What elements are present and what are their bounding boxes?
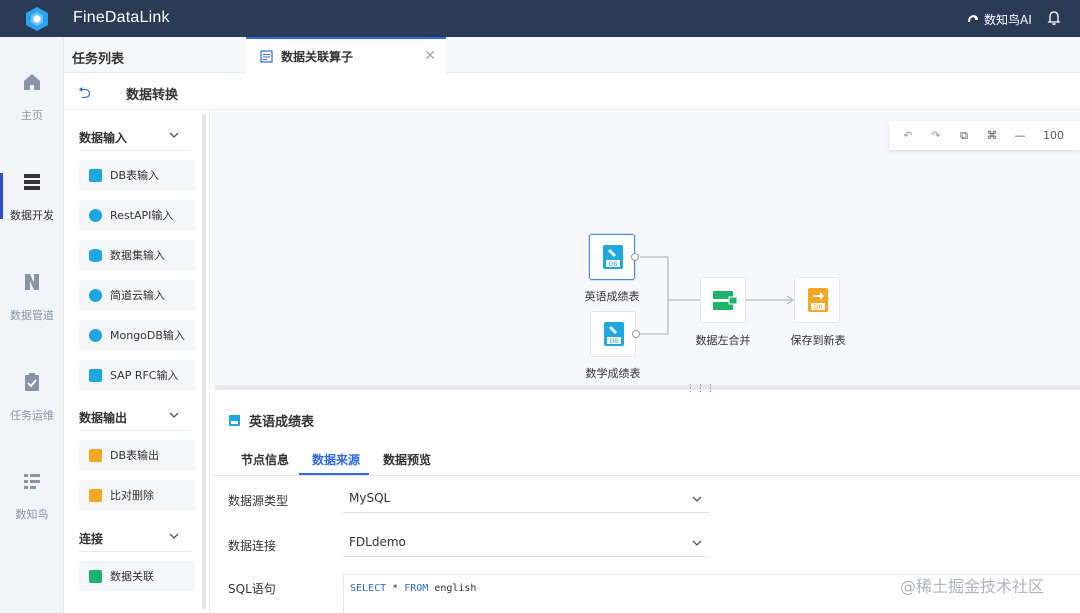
node-badge: DB [610, 338, 619, 345]
chevron-down-icon [692, 496, 702, 502]
node-label-english: 英语成绩表 [584, 290, 640, 303]
sql-text: english [428, 583, 477, 594]
node-label-save: 保存到新表 [790, 334, 846, 347]
node-badge: DB [609, 261, 618, 268]
connection-value: FDLdemo [349, 535, 406, 549]
node-left-join[interactable] [700, 277, 746, 323]
node-output-port[interactable] [632, 330, 640, 338]
detail-title: 英语成绩表 [228, 411, 314, 430]
node-english-scores[interactable]: DB [589, 234, 635, 280]
tab-data-source[interactable]: 数据来源 [312, 451, 360, 468]
node-save-new-table[interactable]: DB [794, 277, 840, 323]
node-badge: DB [814, 304, 823, 311]
join-icon [713, 291, 738, 310]
source-type-select[interactable]: MySQL [343, 483, 709, 513]
source-type-value: MySQL [349, 491, 391, 505]
watermark: @稀土掘金技术社区 [900, 577, 1045, 596]
sql-keyword: SELECT [350, 583, 387, 594]
tab-node-info[interactable]: 节点信息 [241, 451, 289, 468]
edge-math-to-join [640, 300, 669, 335]
node-label-math: 数学成绩表 [585, 367, 641, 380]
node-label-left-join: 数据左合并 [695, 334, 751, 347]
node-output-port[interactable] [631, 253, 639, 261]
active-tab-indicator [299, 473, 369, 475]
chevron-down-icon [692, 540, 702, 546]
connection-label: 数据连接 [228, 539, 277, 553]
db-output-icon: DB [808, 288, 828, 312]
connection-select[interactable]: FDLdemo [343, 527, 709, 557]
sql-text: * [386, 583, 405, 594]
source-type-label: 数据源类型 [228, 494, 289, 508]
sql-keyword: FROM [404, 583, 429, 594]
sql-label: SQL语句 [228, 582, 276, 596]
node-math-scores[interactable]: DB [590, 311, 636, 357]
db-table-icon: DB [603, 245, 623, 269]
detail-title-text: 英语成绩表 [249, 415, 315, 430]
db-table-icon: DB [604, 322, 624, 346]
panel-splitter[interactable] [215, 385, 1080, 390]
tab-data-preview[interactable]: 数据预览 [383, 451, 431, 468]
db-table-icon [229, 415, 240, 426]
